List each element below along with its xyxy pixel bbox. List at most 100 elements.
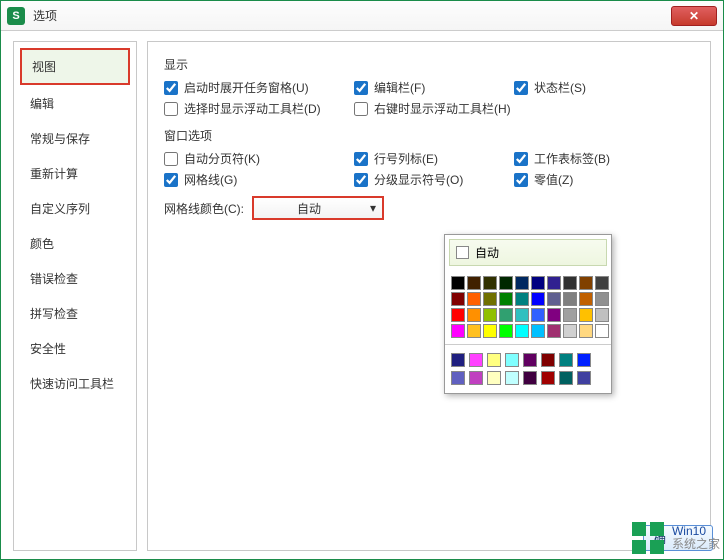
checkbox-input[interactable]	[354, 102, 368, 116]
color-swatch[interactable]	[483, 276, 497, 290]
color-swatch[interactable]	[499, 276, 513, 290]
checkbox-sheet-tabs[interactable]: 工作表标签(B)	[514, 150, 674, 167]
color-swatch[interactable]	[579, 324, 593, 338]
checkbox-input[interactable]	[354, 152, 368, 166]
color-swatch[interactable]	[531, 276, 545, 290]
sidebar-item[interactable]: 颜色	[20, 227, 130, 260]
color-swatch[interactable]	[487, 371, 501, 385]
section-title-display: 显示	[164, 56, 694, 73]
auto-checkbox-icon	[456, 246, 469, 259]
color-swatch[interactable]	[469, 371, 483, 385]
window-row-2: 网格线(G) 分级显示符号(O) 零值(Z)	[164, 171, 694, 188]
color-swatch[interactable]	[563, 276, 577, 290]
color-swatch[interactable]	[499, 308, 513, 322]
checkbox-row-col-headers[interactable]: 行号列标(E)	[354, 150, 514, 167]
color-swatch[interactable]	[531, 308, 545, 322]
dialog-body: 视图编辑常规与保存重新计算自定义序列颜色错误检查拼写检查安全性快速访问工具栏 显…	[1, 31, 723, 559]
color-swatch[interactable]	[451, 371, 465, 385]
color-swatch[interactable]	[531, 324, 545, 338]
color-swatch[interactable]	[563, 324, 577, 338]
checkbox-status-bar[interactable]: 状态栏(S)	[514, 79, 674, 96]
ok-button[interactable]: 确	[643, 525, 713, 551]
color-swatch[interactable]	[451, 276, 465, 290]
color-swatch[interactable]	[595, 324, 609, 338]
checkbox-mini-toolbar-select[interactable]: 选择时显示浮动工具栏(D)	[164, 100, 354, 117]
checkbox-mini-toolbar-rightclick[interactable]: 右键时显示浮动工具栏(H)	[354, 100, 554, 117]
color-swatch[interactable]	[505, 353, 519, 367]
color-swatch[interactable]	[483, 292, 497, 306]
color-swatch[interactable]	[467, 324, 481, 338]
color-swatch[interactable]	[541, 353, 555, 367]
checkbox-input[interactable]	[164, 81, 178, 95]
color-swatch[interactable]	[451, 324, 465, 338]
color-swatch[interactable]	[523, 371, 537, 385]
sidebar-item[interactable]: 快速访问工具栏	[20, 367, 130, 400]
color-swatch[interactable]	[563, 308, 577, 322]
color-swatch[interactable]	[451, 308, 465, 322]
color-swatch[interactable]	[595, 276, 609, 290]
color-swatch[interactable]	[547, 324, 561, 338]
color-swatch[interactable]	[467, 308, 481, 322]
checkbox-input[interactable]	[514, 81, 528, 95]
color-swatch[interactable]	[559, 353, 573, 367]
color-swatch[interactable]	[483, 324, 497, 338]
color-swatch[interactable]	[515, 324, 529, 338]
color-swatch[interactable]	[531, 292, 545, 306]
checkbox-input[interactable]	[354, 81, 368, 95]
color-swatch[interactable]	[541, 371, 555, 385]
color-swatch[interactable]	[483, 308, 497, 322]
color-swatch[interactable]	[579, 308, 593, 322]
checkbox-outline-symbols[interactable]: 分级显示符号(O)	[354, 171, 514, 188]
checkbox-input[interactable]	[514, 173, 528, 187]
color-swatch[interactable]	[595, 308, 609, 322]
checkbox-startup-task-pane[interactable]: 启动时展开任务窗格(U)	[164, 79, 354, 96]
checkbox-page-breaks[interactable]: 自动分页符(K)	[164, 150, 354, 167]
color-swatch[interactable]	[505, 371, 519, 385]
checkbox-gridlines[interactable]: 网格线(G)	[164, 171, 354, 188]
color-swatch[interactable]	[559, 371, 573, 385]
checkbox-formula-bar[interactable]: 编辑栏(F)	[354, 79, 514, 96]
color-swatch[interactable]	[515, 276, 529, 290]
color-swatch[interactable]	[579, 276, 593, 290]
sidebar-item[interactable]: 常规与保存	[20, 122, 130, 155]
gridline-color-combo[interactable]: 自动 ▾	[252, 196, 384, 220]
close-button[interactable]: ✕	[671, 6, 717, 26]
sidebar-item[interactable]: 自定义序列	[20, 192, 130, 225]
color-swatch[interactable]	[523, 353, 537, 367]
color-swatch[interactable]	[563, 292, 577, 306]
checkbox-zero-values[interactable]: 零值(Z)	[514, 171, 674, 188]
color-swatch[interactable]	[515, 308, 529, 322]
checkbox-input[interactable]	[164, 102, 178, 116]
color-swatch[interactable]	[499, 324, 513, 338]
checkbox-input[interactable]	[354, 173, 368, 187]
color-swatch[interactable]	[499, 292, 513, 306]
color-swatch[interactable]	[467, 292, 481, 306]
color-swatch[interactable]	[547, 292, 561, 306]
color-swatch[interactable]	[547, 308, 561, 322]
color-swatch[interactable]	[467, 276, 481, 290]
checkbox-input[interactable]	[164, 152, 178, 166]
sidebar-item[interactable]: 安全性	[20, 332, 130, 365]
color-swatch[interactable]	[515, 292, 529, 306]
color-swatch[interactable]	[577, 353, 591, 367]
color-swatch[interactable]	[547, 276, 561, 290]
color-auto-option[interactable]: 自动	[449, 239, 607, 266]
sidebar-item[interactable]: 拼写检查	[20, 297, 130, 330]
color-swatch[interactable]	[487, 353, 501, 367]
checkbox-input[interactable]	[514, 152, 528, 166]
sidebar-item[interactable]: 错误检查	[20, 262, 130, 295]
checkbox-input[interactable]	[164, 173, 178, 187]
combo-value: 自动	[254, 200, 364, 217]
color-swatch[interactable]	[451, 353, 465, 367]
sidebar-item[interactable]: 重新计算	[20, 157, 130, 190]
checkbox-label: 选择时显示浮动工具栏(D)	[184, 100, 321, 117]
color-swatch[interactable]	[469, 353, 483, 367]
content-panel: 显示 启动时展开任务窗格(U) 编辑栏(F) 状态栏(S)	[147, 41, 711, 551]
color-swatch[interactable]	[577, 371, 591, 385]
sidebar-item[interactable]: 视图	[20, 48, 130, 85]
color-swatch[interactable]	[451, 292, 465, 306]
section-title-window: 窗口选项	[164, 127, 694, 144]
sidebar-item[interactable]: 编辑	[20, 87, 130, 120]
color-swatch[interactable]	[595, 292, 609, 306]
color-swatch[interactable]	[579, 292, 593, 306]
